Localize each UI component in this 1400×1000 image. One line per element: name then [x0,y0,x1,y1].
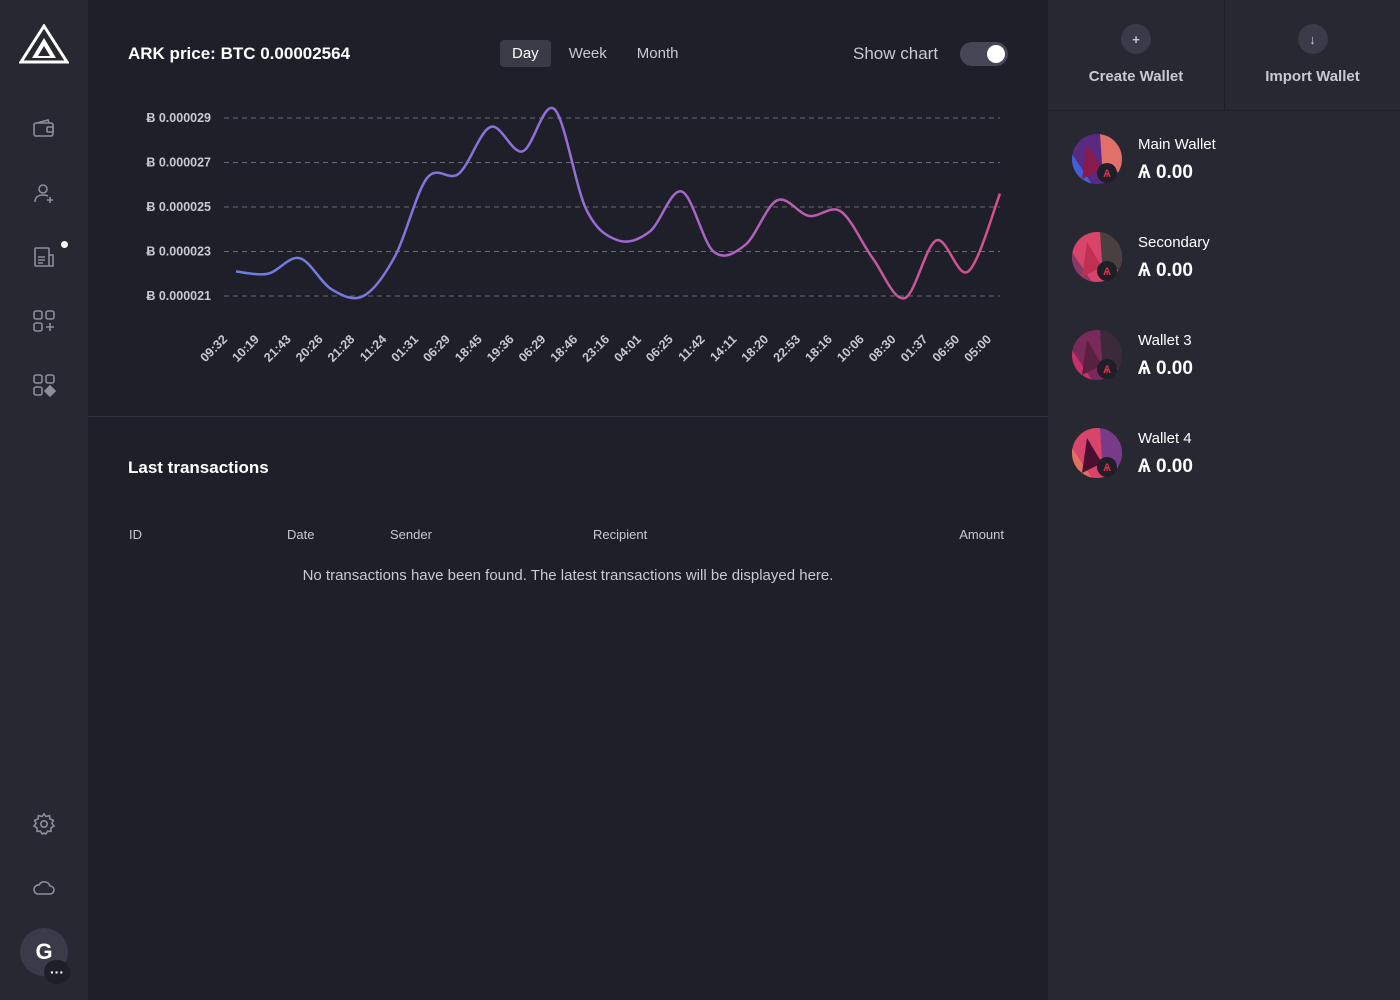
x-tick-label: 01:31 [389,332,422,365]
column-sender[interactable]: Sender [390,527,432,542]
add-contact-icon[interactable] [26,175,62,211]
create-wallet-button[interactable]: + Create Wallet [1048,0,1224,110]
document-icon[interactable] [26,239,62,275]
wallet-item[interactable]: Ѧ Wallet 4 Ѧ 0.00 [1072,428,1376,488]
x-tick-label: 04:01 [611,332,644,365]
x-tick-label: 05:00 [962,332,995,365]
wallet-actions: + Create Wallet ↓ Import Wallet [1048,0,1400,111]
tab-month[interactable]: Month [625,40,691,67]
wallet-name: Secondary [1138,234,1210,251]
x-tick-label: 10:06 [834,332,867,365]
show-chart-label: Show chart [853,44,939,63]
column-date[interactable]: Date [287,527,314,542]
x-tick-label: 01:37 [898,332,931,365]
x-tick-label: 14:11 [707,332,739,364]
transactions-panel: Last transactions ID Date Sender Recipie… [88,418,1048,1000]
y-tick-label: Ƀ 0.000025 [146,200,211,214]
wallet-balance: Ѧ 0.00 [1138,260,1193,281]
settings-icon[interactable] [26,806,62,842]
x-tick-label: 18:20 [739,332,772,365]
wallet-icon[interactable] [26,111,62,147]
period-tabs: Day Week Month [500,40,690,67]
column-recipient[interactable]: Recipient [593,527,647,542]
ark-logo[interactable] [18,23,70,64]
wallet-balance: Ѧ 0.00 [1138,456,1193,477]
x-tick-label: 06:29 [516,332,549,365]
sidebar: G ··· [0,0,88,1000]
tab-day[interactable]: Day [500,40,551,67]
x-tick-label: 21:43 [261,332,294,365]
wallet-balance: Ѧ 0.00 [1138,162,1193,183]
x-tick-label: 08:30 [866,332,899,365]
x-tick-label: 10:19 [229,332,262,365]
x-tick-label: 06:25 [643,332,676,365]
import-icon: ↓ [1297,24,1328,54]
x-tick-label: 11:42 [676,332,708,364]
import-wallet-label: Import Wallet [1265,68,1360,85]
wallet-item[interactable]: Ѧ Wallet 3 Ѧ 0.00 [1072,330,1376,390]
import-wallet-button[interactable]: ↓ Import Wallet [1224,0,1400,110]
y-tick-label: Ƀ 0.000029 [146,111,211,125]
x-tick-label: 22:53 [771,332,804,365]
transactions-title: Last transactions [128,458,269,477]
plus-icon: + [1121,24,1151,54]
cloud-icon[interactable] [26,870,62,906]
toggle-knob [987,45,1005,63]
wallet-name: Wallet 3 [1138,332,1192,349]
x-tick-label: 06:50 [930,332,963,365]
tab-week[interactable]: Week [557,40,619,67]
wallet-name: Wallet 4 [1138,430,1192,447]
price-series-line [235,106,1002,300]
y-tick-label: Ƀ 0.000023 [146,245,211,259]
ark-badge-icon: Ѧ [1102,364,1111,376]
wallet-avatar: Ѧ [1072,134,1122,184]
price-title: ARK price: BTC 0.00002564 [128,44,351,63]
x-tick-label: 20:26 [293,332,326,365]
wallet-name: Main Wallet [1138,136,1216,153]
y-tick-label: Ƀ 0.000027 [146,156,211,170]
x-tick-label: 11:24 [357,332,389,364]
wallet-item[interactable]: Ѧ Main Wallet Ѧ 0.00 [1072,134,1376,194]
profile-more-button[interactable]: ··· [44,960,70,984]
x-tick-label: 19:36 [484,332,517,365]
wallet-balance: Ѧ 0.00 [1138,358,1193,379]
wallet-avatar: Ѧ [1072,330,1122,380]
price-chart-panel: ARK price: BTC 0.00002564 Day Week Month… [88,0,1048,417]
wallets-panel: + Create Wallet ↓ Import Wallet Ѧ Main Wa… [1048,0,1400,1000]
wallet-avatar: Ѧ [1072,428,1122,478]
x-tick-label: 06:29 [420,332,453,365]
app-window: G ··· ARK price: BTC 0.00002564 Day Week… [0,0,1400,1000]
empty-transactions-message: No transactions have been found. The lat… [302,567,834,584]
x-tick-label: 18:46 [548,332,581,365]
price-chart: Ƀ 0.000029 Ƀ 0.000027 Ƀ 0.000025 Ƀ 0.000023… [146,106,1002,365]
plugins-icon[interactable] [26,367,62,403]
notification-dot [61,241,68,248]
ark-badge-icon: Ѧ [1102,462,1111,474]
ark-badge-icon: Ѧ [1102,168,1111,180]
wallet-item[interactable]: Ѧ Secondary Ѧ 0.00 [1072,232,1376,292]
x-tick-label: 09:32 [198,332,231,365]
ark-badge-icon: Ѧ [1102,266,1111,278]
x-tick-label: 18:45 [452,332,485,365]
y-tick-label: Ƀ 0.000021 [146,289,211,303]
plugin-add-icon[interactable] [26,303,62,339]
show-chart-toggle[interactable] [960,42,1008,66]
wallet-avatar: Ѧ [1072,232,1122,282]
x-tick-label: 23:16 [580,332,613,365]
x-tick-label: 21:28 [325,332,358,365]
column-amount[interactable]: Amount [959,527,1004,542]
column-id[interactable]: ID [129,527,142,542]
create-wallet-label: Create Wallet [1088,68,1184,85]
x-tick-label: 18:16 [802,332,835,365]
